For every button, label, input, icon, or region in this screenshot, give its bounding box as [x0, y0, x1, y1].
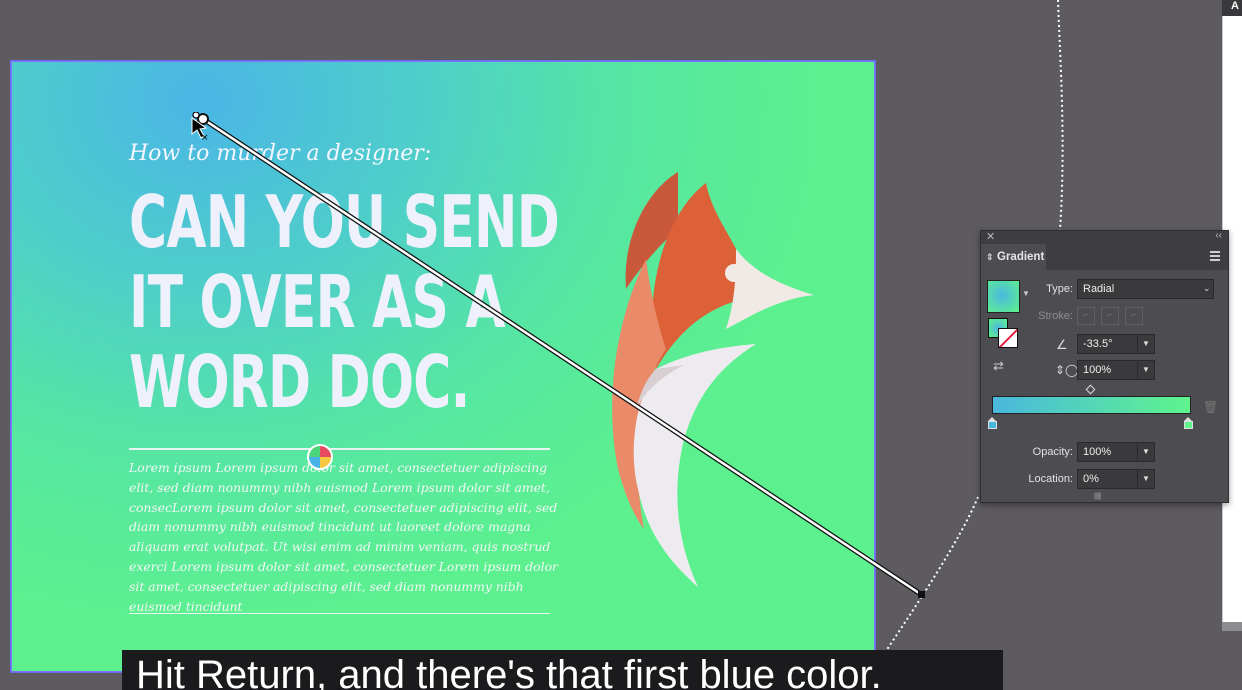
right-panel-footer — [1222, 622, 1242, 631]
gradient-ramp[interactable] — [992, 396, 1191, 414]
color-wheel-icon — [307, 444, 333, 470]
swatch-dropdown-icon[interactable]: ▼ — [1022, 289, 1030, 298]
stroke-swatch[interactable] — [998, 328, 1018, 348]
aspect-ratio-input[interactable]: 100% — [1077, 360, 1138, 380]
close-icon[interactable]: ✕ — [986, 230, 995, 243]
right-panel-header[interactable]: A — [1222, 0, 1242, 16]
panel-titlebar[interactable]: ✕ ‹‹ — [981, 230, 1228, 244]
svg-text:×: × — [201, 133, 209, 142]
aspect-ratio-value: 100% — [1083, 364, 1112, 376]
delete-stop-icon[interactable]: 🗑 — [1203, 400, 1218, 414]
headline-line-2: IT OVER AS A — [129, 260, 506, 344]
reverse-gradient-icon[interactable]: ⇄ — [993, 358, 1004, 374]
selection-cursor-icon: × — [191, 112, 209, 142]
tab-gradient-label: Gradient — [997, 251, 1045, 263]
tab-arrows-icon: ⇕ — [986, 252, 994, 262]
angle-dropdown[interactable]: ▼ — [1137, 334, 1155, 354]
bottom-divider — [129, 613, 550, 614]
location-dropdown[interactable]: ▼ — [1137, 469, 1155, 489]
opacity-label: Opacity: — [1032, 446, 1073, 458]
type-select[interactable]: Radial — [1077, 279, 1214, 299]
artboard-body-text: Lorem ipsum Lorem ipsum dolor sit amet, … — [129, 460, 558, 614]
opacity-input[interactable]: 100% — [1077, 442, 1138, 462]
opacity-value: 100% — [1083, 446, 1112, 458]
headline-line-1: CAN YOU SEND — [129, 180, 560, 264]
stroke-within-button[interactable]: ⌐ — [1077, 307, 1095, 325]
artboard-subtitle: How to murder a designer: — [129, 141, 432, 166]
angle-input[interactable]: -33.5° — [1077, 334, 1138, 354]
stroke-along-button[interactable]: ⌐ — [1101, 307, 1119, 325]
fox-illustration[interactable] — [586, 169, 826, 589]
video-caption: Hit Return, and there's that first blue … — [122, 650, 1003, 690]
gradient-swatch[interactable] — [987, 280, 1020, 313]
panel-tab-row: ⇕ Gradient — [981, 244, 1228, 270]
angle-value: -33.5° — [1083, 338, 1113, 350]
stroke-label: Stroke: — [1038, 310, 1073, 322]
stroke-across-button[interactable]: ⌐ — [1125, 307, 1143, 325]
panel-menu-icon[interactable] — [1210, 251, 1220, 261]
angle-icon: ∠ — [1056, 337, 1068, 352]
top-divider — [129, 448, 550, 450]
gradient-stop-end[interactable] — [1184, 417, 1193, 429]
aspect-ratio-dropdown[interactable]: ▼ — [1137, 360, 1155, 380]
type-chevron-down-icon[interactable]: ⌄ — [1203, 283, 1211, 294]
artboard[interactable]: How to murder a designer: CAN YOU SEND I… — [11, 61, 875, 672]
opacity-dropdown[interactable]: ▼ — [1137, 442, 1155, 462]
type-label: Type: — [1046, 283, 1073, 295]
collapse-icon[interactable]: ‹‹ — [1215, 230, 1222, 241]
midpoint-diamond[interactable] — [1085, 384, 1096, 395]
gradient-stop-start[interactable] — [988, 417, 997, 429]
tab-gradient[interactable]: ⇕ Gradient — [981, 244, 1046, 270]
aspect-ratio-icon: ⇕◯ — [1055, 363, 1079, 377]
artboard-headline: CAN YOU SEND IT OVER AS A WORD DOC. — [129, 180, 560, 424]
panel-resize-grip[interactable]: |||||||| — [1094, 493, 1101, 500]
headline-line-3: WORD DOC. — [129, 340, 470, 424]
location-input[interactable]: 0% — [1077, 469, 1138, 489]
gradient-panel[interactable]: ✕ ‹‹ ⇕ Gradient ▼ ⇄ Type: Radial ⌄ Strok… — [980, 230, 1229, 503]
location-label: Location: — [1028, 473, 1073, 485]
location-value: 0% — [1083, 473, 1099, 485]
type-select-value: Radial — [1083, 283, 1115, 295]
